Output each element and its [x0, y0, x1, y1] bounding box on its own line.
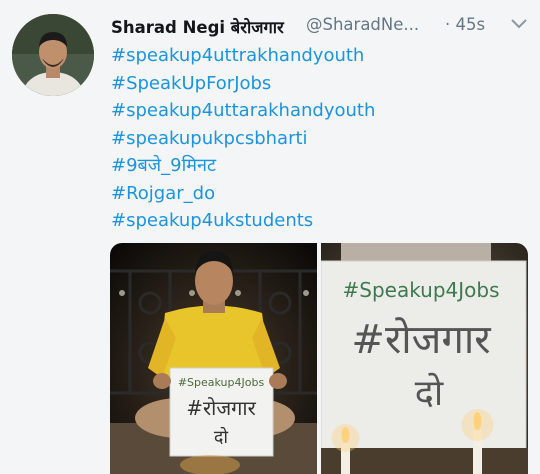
hashtag-link[interactable]: #speakup4uttrakhandyouth	[111, 42, 531, 70]
author-handle[interactable]: @SharadNe...	[306, 15, 419, 34]
author-name[interactable]: Sharad Negi बेरोजगार	[111, 15, 284, 38]
hashtag-link[interactable]: #Rojgar_do	[111, 180, 531, 208]
sign-text-line3: दो	[415, 372, 444, 414]
hashtag-link[interactable]: #SpeakUpForJobs	[111, 70, 531, 98]
hashtag-link[interactable]: #9बजे_9मिनट	[111, 152, 531, 180]
avatar-image	[12, 14, 94, 96]
tweet-photo-1[interactable]: #Speakup4Jobs #रोजगार दो	[110, 243, 317, 474]
hashtag-link[interactable]: #speakup4ukstudents	[111, 207, 531, 235]
tweet-text: #speakup4uttrakhandyouth #SpeakUpForJobs…	[111, 42, 531, 235]
sign-text-line1: #Speakup4Jobs	[342, 278, 499, 302]
tweet-header: Sharad Negi बेरोजगार @SharadNe... · 45s	[111, 13, 531, 39]
hashtag-link[interactable]: #speakupukpcsbharti	[111, 125, 531, 153]
chevron-down-icon[interactable]	[509, 15, 529, 33]
tweet-photo-2[interactable]: #Speakup4Jobs #रोजगार दो	[321, 243, 528, 474]
timestamp[interactable]: · 45s	[445, 15, 485, 34]
sign-text-line2: #रोजगार	[186, 396, 256, 420]
sign-text-line1: #Speakup4Jobs	[178, 376, 265, 389]
avatar[interactable]	[12, 14, 94, 96]
sign-text-line2: #रोजगार	[351, 317, 491, 363]
hashtag-link[interactable]: #speakup4uttarakhandyouth	[111, 97, 531, 125]
sign-text-line3: दो	[214, 426, 229, 448]
